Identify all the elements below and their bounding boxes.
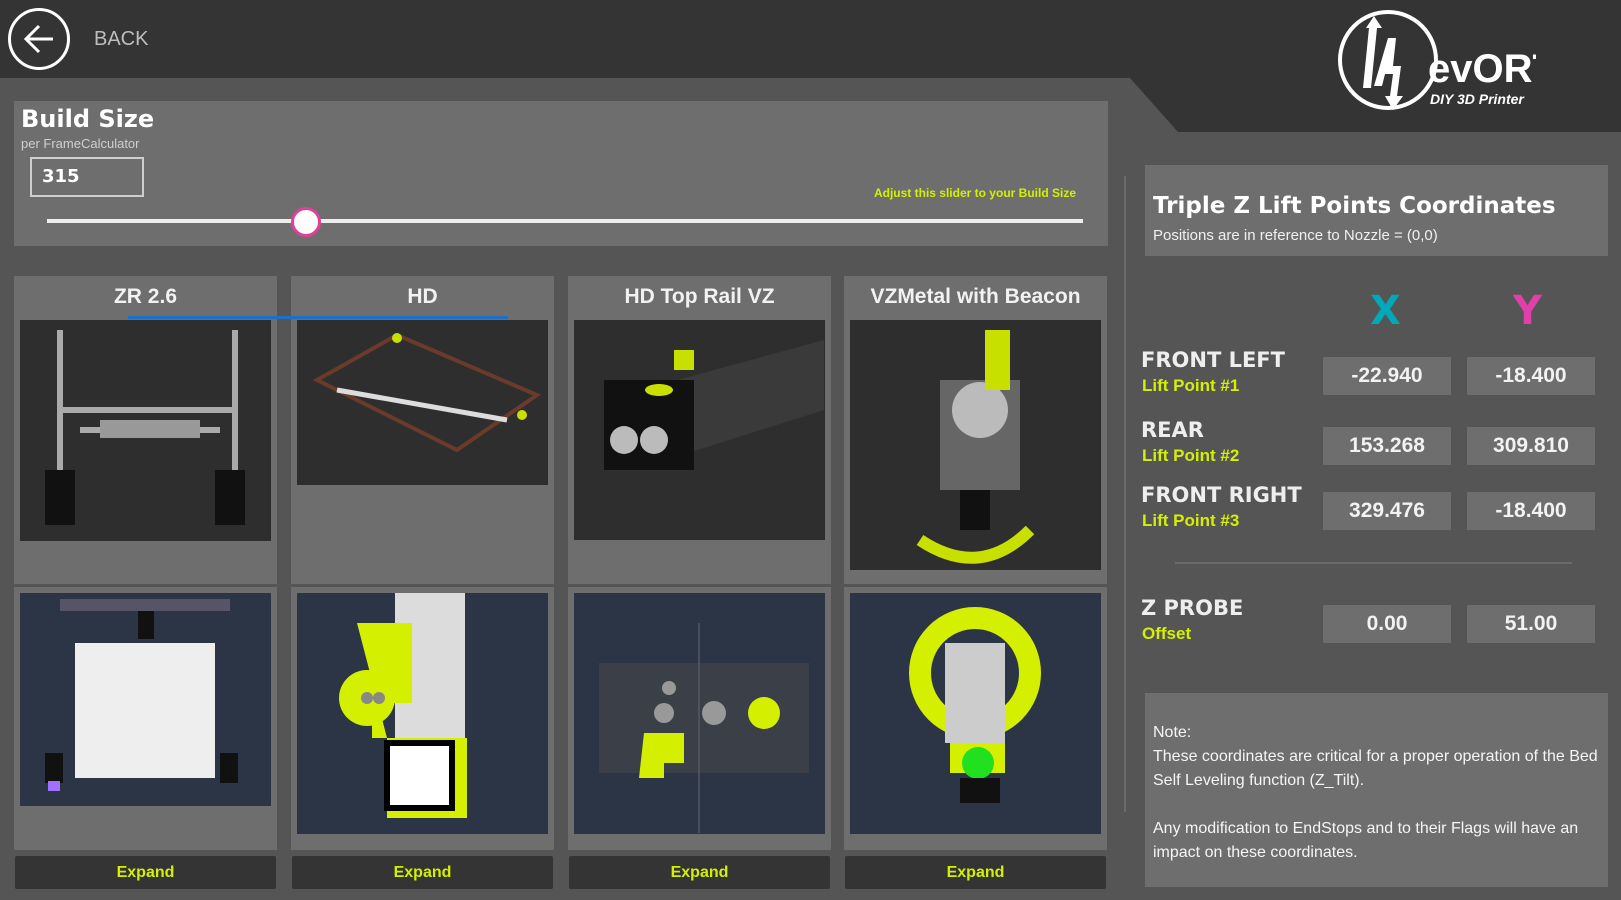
technical-drawing-image [297, 593, 548, 834]
printhead-drawing [568, 587, 831, 850]
z-probe-x-value[interactable]: 0.00 [1323, 605, 1451, 643]
printhead-card[interactable]: HD [291, 276, 554, 584]
selection-underline [128, 316, 508, 319]
build-size-title: Build Size [21, 105, 155, 133]
build-size-slider-track[interactable] [47, 219, 1083, 223]
z-probe-label: Z PROBE [1141, 596, 1244, 620]
technical-drawing-image [574, 593, 825, 834]
note-box: Note: These coordinates are critical for… [1145, 693, 1608, 887]
technical-drawing-image [20, 593, 271, 806]
printhead-title: VZMetal with Beacon [870, 285, 1081, 308]
lift-point-1-y-value[interactable]: -18.400 [1467, 357, 1595, 395]
coordinates-header: Triple Z Lift Points Coordinates Positio… [1145, 165, 1608, 256]
coordinates-title: Triple Z Lift Points Coordinates [1153, 193, 1556, 219]
separator [1175, 562, 1572, 564]
build-size-value: 315 [42, 166, 80, 187]
build-size-slider-handle[interactable] [291, 207, 321, 237]
expand-button[interactable]: Expand [845, 856, 1106, 889]
lift-point-2-label: REAR [1141, 418, 1204, 442]
build-size-panel: Build Size per FrameCalculator 315 Adjus… [14, 101, 1108, 246]
arrow-left-icon [8, 8, 70, 70]
lift-point-2-sublabel: Lift Point #2 [1142, 446, 1240, 465]
technical-drawing-image [850, 593, 1101, 834]
lift-point-2-y-value[interactable]: 309.810 [1467, 427, 1595, 465]
expand-button[interactable]: Expand [15, 856, 276, 889]
expand-button[interactable]: Expand [292, 856, 553, 889]
vertical-divider [1124, 176, 1126, 812]
printhead-render-image [20, 320, 271, 541]
printhead-title: HD [407, 285, 438, 308]
lift-point-3-y-value[interactable]: -18.400 [1467, 492, 1595, 530]
lift-point-3-label: FRONT RIGHT [1141, 483, 1302, 507]
lift-point-2-x-value[interactable]: 153.268 [1323, 427, 1451, 465]
lift-point-3-sublabel: Lift Point #3 [1142, 511, 1240, 530]
hevort-logo: evORT DIY 3D Printer [1336, 8, 1557, 116]
back-label: BACK [94, 27, 149, 50]
z-probe-y-value[interactable]: 51.00 [1467, 605, 1595, 643]
expand-button[interactable]: Expand [569, 856, 830, 889]
note-paragraph-1: These coordinates are critical for a pro… [1153, 748, 1598, 789]
lift-point-1-sublabel: Lift Point #1 [1142, 376, 1240, 395]
printhead-title: ZR 2.6 [113, 285, 178, 308]
svg-text:DIY 3D Printer: DIY 3D Printer [1430, 91, 1525, 107]
back-button[interactable]: BACK [8, 8, 148, 70]
slider-hint: Adjust this slider to your Build Size [873, 186, 1076, 200]
printhead-title: HD Top Rail VZ [624, 285, 775, 308]
printhead-render-image [574, 320, 825, 540]
note-paragraph-2: Any modification to EndStops and to thei… [1153, 820, 1579, 861]
build-size-subtitle: per FrameCalculator [21, 136, 140, 151]
printhead-card[interactable]: HD Top Rail VZ [568, 276, 831, 584]
lift-point-3-x-value[interactable]: 329.476 [1323, 492, 1451, 530]
x-axis-label: X [1370, 288, 1401, 334]
lift-point-1-x-value[interactable]: -22.940 [1323, 357, 1451, 395]
printhead-card[interactable]: ZR 2.6 [14, 276, 277, 584]
svg-text:evORT: evORT [1428, 47, 1536, 91]
printhead-card[interactable]: VZMetal with Beacon [844, 276, 1107, 584]
lift-point-1-label: FRONT LEFT [1141, 348, 1285, 372]
printhead-drawing [291, 587, 554, 850]
y-axis-label: Y [1513, 288, 1542, 334]
build-size-input[interactable]: 315 [30, 157, 144, 197]
printhead-render-image [850, 320, 1101, 570]
printhead-drawing [14, 587, 277, 850]
note-heading: Note: [1153, 724, 1192, 741]
printhead-render-image [297, 320, 548, 485]
coordinates-subtitle: Positions are in reference to Nozzle = (… [1153, 227, 1438, 244]
printhead-drawing [844, 587, 1107, 850]
z-probe-sublabel: Offset [1142, 624, 1192, 643]
